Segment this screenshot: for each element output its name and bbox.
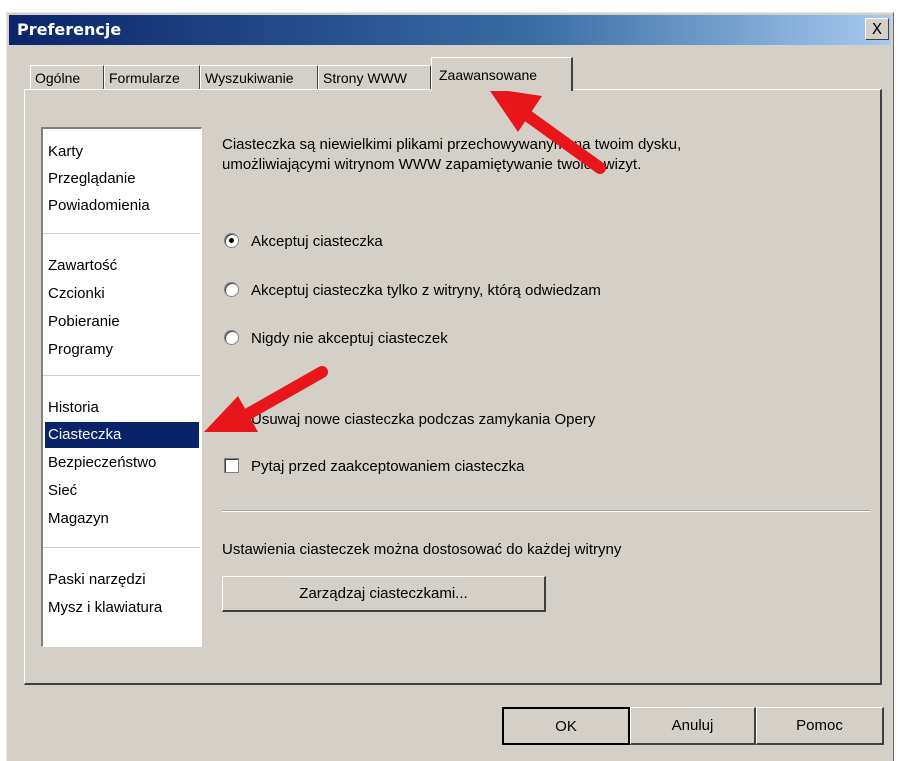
- radio-selected-icon[interactable]: [224, 232, 239, 248]
- sidebar-item-bezpieczenstwo[interactable]: Bezpieczeństwo: [45, 450, 199, 476]
- checkbox-icon[interactable]: [224, 457, 239, 473]
- tab-panel: Karty Przeglądanie Powiadomienia Zawarto…: [24, 89, 882, 685]
- sidebar-item-przegladanie[interactable]: Przeglądanie: [45, 166, 199, 192]
- sidebar-separator: [43, 375, 200, 376]
- site-settings-text: Ustawienia ciasteczek można dostosować d…: [222, 541, 622, 558]
- checkbox-ask-label: Pytaj przed zaakceptowaniem ciasteczka: [251, 458, 525, 475]
- checkbox-icon[interactable]: [224, 410, 239, 426]
- tab-wyszukiwanie[interactable]: Wyszukiwanie: [200, 65, 318, 89]
- radio-accept-site-only[interactable]: Akceptuj ciasteczka tylko z witryny, któ…: [224, 281, 601, 301]
- checkbox-ask-before-accept[interactable]: Pytaj przed zaakceptowaniem ciasteczka: [224, 457, 524, 477]
- radio-never-label: Nigdy nie akceptuj ciasteczek: [251, 330, 448, 347]
- sidebar-separator: [43, 547, 200, 548]
- sidebar-separator: [43, 233, 200, 234]
- checkbox-delete-new-cookies[interactable]: Usuwaj nowe ciasteczka podczas zamykania…: [224, 410, 595, 430]
- tab-ogolne[interactable]: Ogólne: [30, 65, 104, 89]
- tab-zaawansowane[interactable]: Zaawansowane: [431, 57, 573, 91]
- title-bar[interactable]: Preferencje X: [9, 15, 891, 45]
- checkbox-delete-label: Usuwaj nowe ciasteczka podczas zamykania…: [251, 411, 596, 428]
- sidebar-item-historia[interactable]: Historia: [45, 395, 199, 421]
- help-button[interactable]: Pomoc: [756, 707, 884, 745]
- tab-strony-www[interactable]: Strony WWW: [318, 65, 431, 89]
- sidebar-item-magazyn[interactable]: Magazyn: [45, 506, 199, 532]
- sidebar-item-ciasteczka[interactable]: Ciasteczka: [45, 422, 199, 448]
- description-line: umożliwiającymi witrynom WWW zapamiętywa…: [222, 156, 642, 173]
- radio-site-only-label: Akceptuj ciasteczka tylko z witryny, któ…: [251, 282, 601, 299]
- sidebar-item-siec[interactable]: Sieć: [45, 478, 199, 504]
- sidebar-item-pobieranie[interactable]: Pobieranie: [45, 309, 199, 335]
- radio-accept-label: Akceptuj ciasteczka: [251, 233, 383, 250]
- radio-icon[interactable]: [224, 329, 239, 345]
- sidebar-item-programy[interactable]: Programy: [45, 337, 199, 363]
- manage-cookies-button[interactable]: Zarządzaj ciasteczkami...: [222, 576, 546, 612]
- radio-icon[interactable]: [224, 281, 239, 297]
- tab-formularze[interactable]: Formularze: [104, 65, 200, 89]
- ok-button[interactable]: OK: [502, 707, 630, 745]
- sidebar-item-powiadomienia[interactable]: Powiadomienia: [45, 193, 199, 219]
- sidebar-item-czcionki[interactable]: Czcionki: [45, 281, 199, 307]
- cookies-description: Ciasteczka są niewielkimi plikami przech…: [222, 135, 842, 175]
- sidebar-item-mysz-i-klawiatura[interactable]: Mysz i klawiatura: [45, 595, 199, 621]
- window-title: Preferencje: [17, 20, 122, 39]
- radio-never-accept[interactable]: Nigdy nie akceptuj ciasteczek: [224, 329, 448, 349]
- category-list[interactable]: Karty Przeglądanie Powiadomienia Zawarto…: [41, 127, 202, 647]
- radio-accept-cookies[interactable]: Akceptuj ciasteczka: [224, 232, 383, 252]
- sidebar-item-zawartosc[interactable]: Zawartość: [45, 253, 199, 279]
- cookies-settings: Ciasteczka są niewielkimi plikami przech…: [222, 90, 870, 686]
- description-line: Ciasteczka są niewielkimi plikami przech…: [222, 136, 682, 153]
- separator: [222, 510, 870, 512]
- sidebar-item-paski-narzedzi[interactable]: Paski narzędzi: [45, 567, 199, 593]
- sidebar-item-karty[interactable]: Karty: [45, 139, 199, 165]
- close-button[interactable]: X: [865, 18, 889, 40]
- cancel-button[interactable]: Anuluj: [630, 707, 756, 745]
